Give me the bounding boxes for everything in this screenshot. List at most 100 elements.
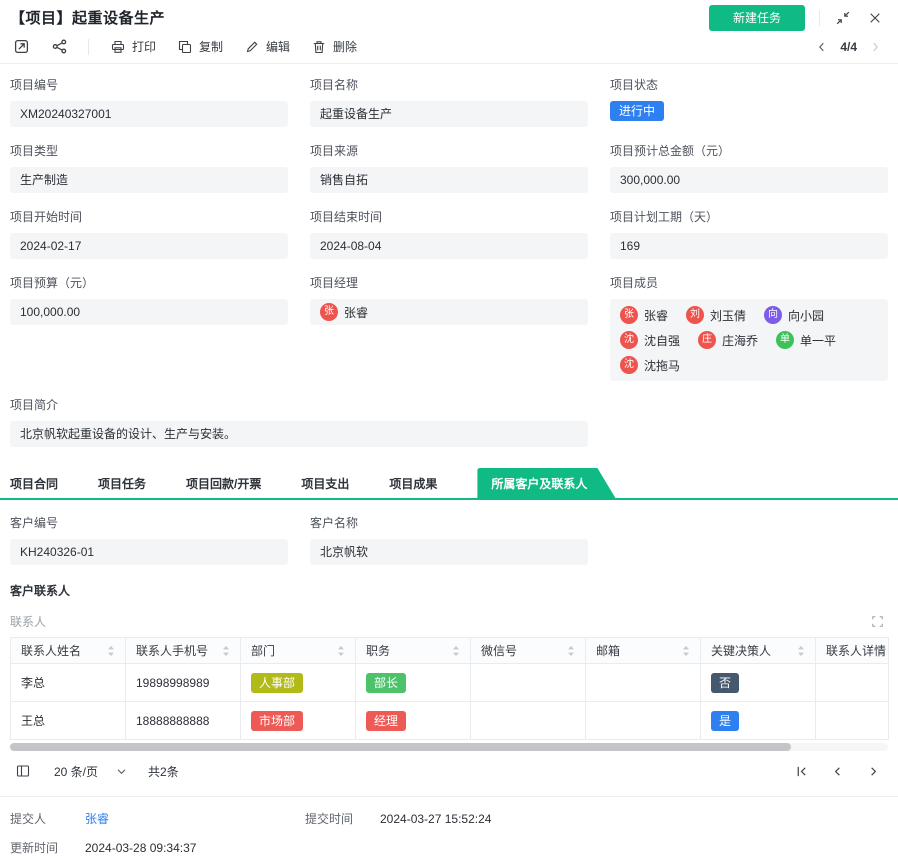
field-project-manager: 项目经理 张 张睿 bbox=[310, 274, 588, 381]
submitter-link[interactable]: 张睿 bbox=[85, 810, 305, 827]
column-label: 微信号 bbox=[481, 644, 518, 658]
column-settings-icon[interactable] bbox=[14, 762, 32, 780]
field-budget: 项目预算（元） 100,000.00 bbox=[10, 274, 288, 381]
sort-icon bbox=[338, 645, 344, 656]
header: 【项目】起重设备生产 新建任务 bbox=[0, 0, 898, 31]
close-icon[interactable] bbox=[866, 9, 884, 27]
field-label: 项目成员 bbox=[610, 276, 659, 290]
cell-wechat bbox=[470, 663, 586, 702]
column-label: 部门 bbox=[251, 644, 276, 658]
print-button[interactable]: 打印 bbox=[109, 38, 156, 56]
submit-time-label: 提交时间 bbox=[305, 812, 354, 826]
member-name: 张睿 bbox=[644, 308, 669, 323]
title-badge: 经理 bbox=[366, 710, 407, 731]
column-header-email[interactable]: 邮箱 bbox=[585, 637, 701, 664]
planned-duration-value[interactable]: 169 bbox=[610, 233, 888, 259]
first-page-icon[interactable] bbox=[792, 762, 810, 780]
pencil-icon bbox=[243, 38, 261, 56]
budget-value[interactable]: 100,000.00 bbox=[10, 299, 288, 325]
member-chip[interactable]: 庄庄海乔 bbox=[698, 331, 758, 349]
submit-time-value: 2024-03-27 15:52:24 bbox=[380, 811, 492, 826]
field-label: 项目计划工期（天） bbox=[610, 210, 719, 224]
tab-customer-contacts[interactable]: 所属客户及联系人 bbox=[477, 468, 615, 498]
next-page-icon[interactable] bbox=[864, 762, 882, 780]
copy-button[interactable]: 复制 bbox=[176, 38, 223, 56]
new-task-button[interactable]: 新建任务 bbox=[708, 4, 805, 31]
delete-button[interactable]: 删除 bbox=[310, 38, 357, 56]
collapse-window-icon[interactable] bbox=[834, 9, 852, 27]
column-header-title[interactable]: 职务 bbox=[355, 637, 471, 664]
tab-bar: 项目合同 项目任务 项目回款/开票 项目支出 项目成果 所属客户及联系人 bbox=[0, 468, 898, 498]
table-row[interactable]: 王总 18888888888 市场部 经理 是 bbox=[10, 701, 889, 740]
end-date-value[interactable]: 2024-08-04 bbox=[310, 233, 588, 259]
tab-project-contract[interactable]: 项目合同 bbox=[10, 468, 58, 498]
project-source-value[interactable]: 销售自拓 bbox=[310, 167, 588, 193]
member-chip[interactable]: 沈沈拖马 bbox=[620, 356, 680, 374]
horizontal-scrollbar-track bbox=[10, 743, 888, 751]
record-meta-footer: 提交人 张睿 提交时间 2024-03-27 15:52:24 更新时间 202… bbox=[0, 797, 898, 856]
department-badge: 人事部 bbox=[251, 672, 304, 693]
next-record-icon[interactable] bbox=[866, 38, 884, 56]
prev-page-icon[interactable] bbox=[828, 762, 846, 780]
table-row[interactable]: 李总 19898998989 人事部 部长 否 bbox=[10, 663, 889, 702]
header-divider bbox=[819, 9, 820, 26]
edit-button[interactable]: 编辑 bbox=[243, 38, 290, 56]
pagination-bar: 20 条/页 共2条 bbox=[0, 751, 898, 780]
printer-icon bbox=[109, 38, 127, 56]
field-label: 客户名称 bbox=[310, 516, 359, 530]
contacts-table: 联系人姓名 联系人手机号 部门 职务 微信号 邮箱 关键决策人 联系人详情 李总… bbox=[10, 637, 889, 740]
avatar: 单 bbox=[776, 331, 795, 349]
fullscreen-icon[interactable] bbox=[868, 612, 886, 630]
export-icon[interactable] bbox=[12, 38, 30, 56]
project-name-value[interactable]: 起重设备生产 bbox=[310, 101, 588, 127]
manager-chip[interactable]: 张 张睿 bbox=[310, 299, 588, 325]
chevron-down-icon[interactable] bbox=[112, 762, 130, 780]
project-code-value[interactable]: XM20240327001 bbox=[10, 101, 288, 127]
column-header-phone[interactable]: 联系人手机号 bbox=[125, 637, 241, 664]
customer-code-value[interactable]: KH240326-01 bbox=[10, 539, 288, 565]
avatar: 沈 bbox=[620, 356, 638, 374]
customer-form: 客户编号 KH240326-01 客户名称 北京帆软 bbox=[0, 500, 898, 580]
toolbar-divider bbox=[88, 38, 89, 55]
prev-record-icon[interactable] bbox=[813, 38, 831, 56]
title-badge: 部长 bbox=[366, 672, 407, 693]
column-header-detail[interactable]: 联系人详情 bbox=[815, 637, 889, 664]
column-header-wechat[interactable]: 微信号 bbox=[470, 637, 586, 664]
member-chip[interactable]: 向向小园 bbox=[764, 306, 824, 324]
tab-project-expense[interactable]: 项目支出 bbox=[301, 468, 349, 498]
field-label: 项目预算（元） bbox=[10, 276, 95, 290]
avatar: 张 bbox=[320, 303, 338, 321]
sort-icon bbox=[108, 645, 114, 656]
project-detail-panel: 【项目】起重设备生产 新建任务 打印 复制 编辑 删除 4/4 项目编号 XM2… bbox=[0, 0, 898, 855]
tab-project-payment-invoice[interactable]: 项目回款/开票 bbox=[186, 468, 261, 498]
field-customer-code: 客户编号 KH240326-01 bbox=[10, 514, 288, 565]
project-type-value[interactable]: 生产制造 bbox=[10, 167, 288, 193]
column-header-key-decision[interactable]: 关键决策人 bbox=[700, 637, 816, 664]
field-project-name: 项目名称 起重设备生产 bbox=[310, 76, 588, 127]
start-date-value[interactable]: 2024-02-17 bbox=[10, 233, 288, 259]
horizontal-scrollbar-thumb[interactable] bbox=[10, 743, 792, 751]
cell-name: 王总 bbox=[10, 701, 126, 740]
column-label: 关键决策人 bbox=[711, 644, 772, 658]
share-icon[interactable] bbox=[50, 38, 68, 56]
project-form: 项目编号 XM20240327001 项目名称 起重设备生产 项目状态 进行中 … bbox=[0, 64, 898, 462]
key-decision-badge: 否 bbox=[711, 672, 740, 693]
member-chip[interactable]: 沈沈自强 bbox=[620, 331, 680, 349]
member-chip[interactable]: 单单一平 bbox=[776, 331, 836, 349]
customer-name-value[interactable]: 北京帆软 bbox=[310, 539, 588, 565]
field-project-members: 项目成员 张张睿 刘刘玉倩 向向小园 沈沈自强 庄庄海乔 单单一平 沈沈拖马 bbox=[610, 274, 888, 381]
tab-project-task[interactable]: 项目任务 bbox=[98, 468, 146, 498]
member-chip[interactable]: 张张睿 bbox=[620, 306, 668, 324]
field-label: 项目结束时间 bbox=[310, 210, 383, 224]
estimated-amount-value[interactable]: 300,000.00 bbox=[610, 167, 888, 193]
column-header-department[interactable]: 部门 bbox=[240, 637, 356, 664]
field-label: 项目来源 bbox=[310, 144, 359, 158]
project-intro-value[interactable]: 北京帆软起重设备的设计、生产与安装。 bbox=[10, 421, 588, 447]
sort-icon bbox=[683, 645, 689, 656]
column-header-name[interactable]: 联系人姓名 bbox=[10, 637, 126, 664]
sort-icon bbox=[798, 645, 804, 656]
field-label: 项目经理 bbox=[310, 276, 359, 290]
tab-project-result[interactable]: 项目成果 bbox=[389, 468, 437, 498]
page-size-select[interactable]: 20 条/页 bbox=[54, 763, 98, 780]
member-chip[interactable]: 刘刘玉倩 bbox=[686, 306, 746, 324]
